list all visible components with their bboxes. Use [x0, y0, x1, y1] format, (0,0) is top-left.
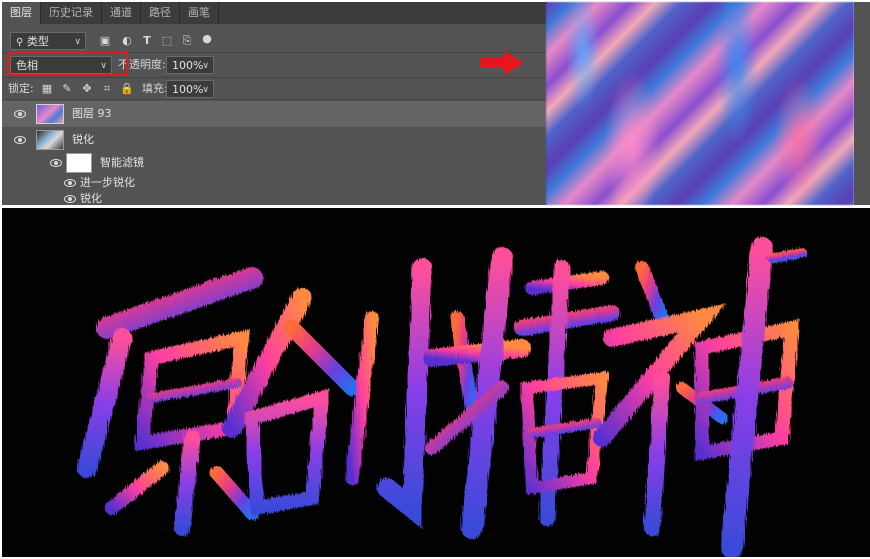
- tab-history[interactable]: 历史记录: [41, 2, 102, 24]
- filter-item-row[interactable]: 进一步锐化: [2, 175, 546, 191]
- lock-position-icon[interactable]: ✥: [80, 82, 94, 96]
- visibility-eye-icon[interactable]: [64, 195, 76, 203]
- filter-toggle-icon[interactable]: ●: [200, 32, 214, 46]
- image-filter-icon[interactable]: ▣: [98, 34, 112, 48]
- filter-mask-thumbnail: [66, 153, 92, 173]
- smart-filter-label: 智能滤镜: [100, 156, 144, 169]
- layer-name: 图层 93: [72, 107, 112, 120]
- visibility-eye-icon[interactable]: [64, 179, 76, 187]
- tab-brushes[interactable]: 画笔: [180, 2, 219, 24]
- lock-transparent-icon[interactable]: ▦: [40, 82, 54, 96]
- lock-artboard-icon[interactable]: ⌗: [100, 82, 114, 96]
- filter-kind-dropdown[interactable]: ⚲ 类型 ∨: [10, 32, 86, 50]
- opacity-value: 100%: [172, 59, 204, 72]
- filter-row: ⚲ 类型 ∨ ▣ ◐ T ⬚ ⎘ ●: [2, 30, 546, 52]
- visibility-eye-icon[interactable]: [14, 110, 26, 118]
- chevron-down-icon: ∨: [74, 37, 81, 47]
- lock-label: 锁定:: [8, 82, 34, 95]
- layer-row[interactable]: 图层 93: [2, 101, 546, 127]
- layer-thumbnail: [36, 104, 64, 124]
- divider: [2, 77, 546, 78]
- chevron-down-icon: ∨: [202, 85, 209, 95]
- blend-mode-highlight: [7, 52, 128, 76]
- tab-layers[interactable]: 图层: [2, 2, 41, 24]
- layer-thumbnail: [36, 130, 64, 150]
- brush-lettering-image: [77, 237, 807, 557]
- panel-tabs: 图层 历史记录 通道 路径 画笔: [2, 2, 546, 24]
- fill-value: 100%: [172, 83, 204, 96]
- shape-filter-icon[interactable]: ⬚: [160, 34, 174, 48]
- calligraphy-artwork: [2, 208, 870, 557]
- layers-panel: 图层 历史记录 通道 路径 画笔 ⚲ 类型 ∨ ▣ ◐ T ⬚ ⎘ ● 色相 ∨…: [2, 2, 547, 205]
- filter-item-label: 进一步锐化: [80, 176, 135, 189]
- fill-field[interactable]: 100% ∨: [166, 80, 214, 98]
- filter-item-row[interactable]: 锐化: [2, 191, 546, 205]
- smart-filter-row[interactable]: 智能滤镜: [2, 152, 546, 174]
- visibility-eye-icon[interactable]: [14, 136, 26, 144]
- adjustment-filter-icon[interactable]: ◐: [120, 34, 134, 48]
- divider: [2, 99, 546, 100]
- layer-name: 锐化: [72, 133, 94, 146]
- tab-channels[interactable]: 通道: [102, 2, 141, 24]
- filter-kind-label: 类型: [26, 35, 49, 48]
- layer-row[interactable]: 锐化: [2, 127, 546, 153]
- lock-row: 锁定: ▦ ✎ ✥ ⌗ 🔒 填充: 100% ∨: [2, 79, 546, 99]
- tab-paths[interactable]: 路径: [141, 2, 180, 24]
- text-filter-icon[interactable]: T: [140, 34, 154, 48]
- panel-edge: [854, 2, 870, 205]
- texture-preview-image: [546, 2, 854, 205]
- smart-object-filter-icon[interactable]: ⎘: [180, 34, 194, 48]
- filter-item-label: 锐化: [80, 192, 102, 205]
- lock-pixels-icon[interactable]: ✎: [60, 82, 74, 96]
- fill-label: 填充:: [142, 82, 168, 95]
- search-icon: ⚲: [16, 37, 24, 48]
- opacity-field[interactable]: 100% ∨: [166, 56, 214, 74]
- chevron-down-icon: ∨: [202, 61, 209, 71]
- red-arrow-icon: [480, 51, 524, 75]
- lock-all-icon[interactable]: 🔒: [120, 82, 134, 96]
- visibility-eye-icon[interactable]: [50, 159, 62, 167]
